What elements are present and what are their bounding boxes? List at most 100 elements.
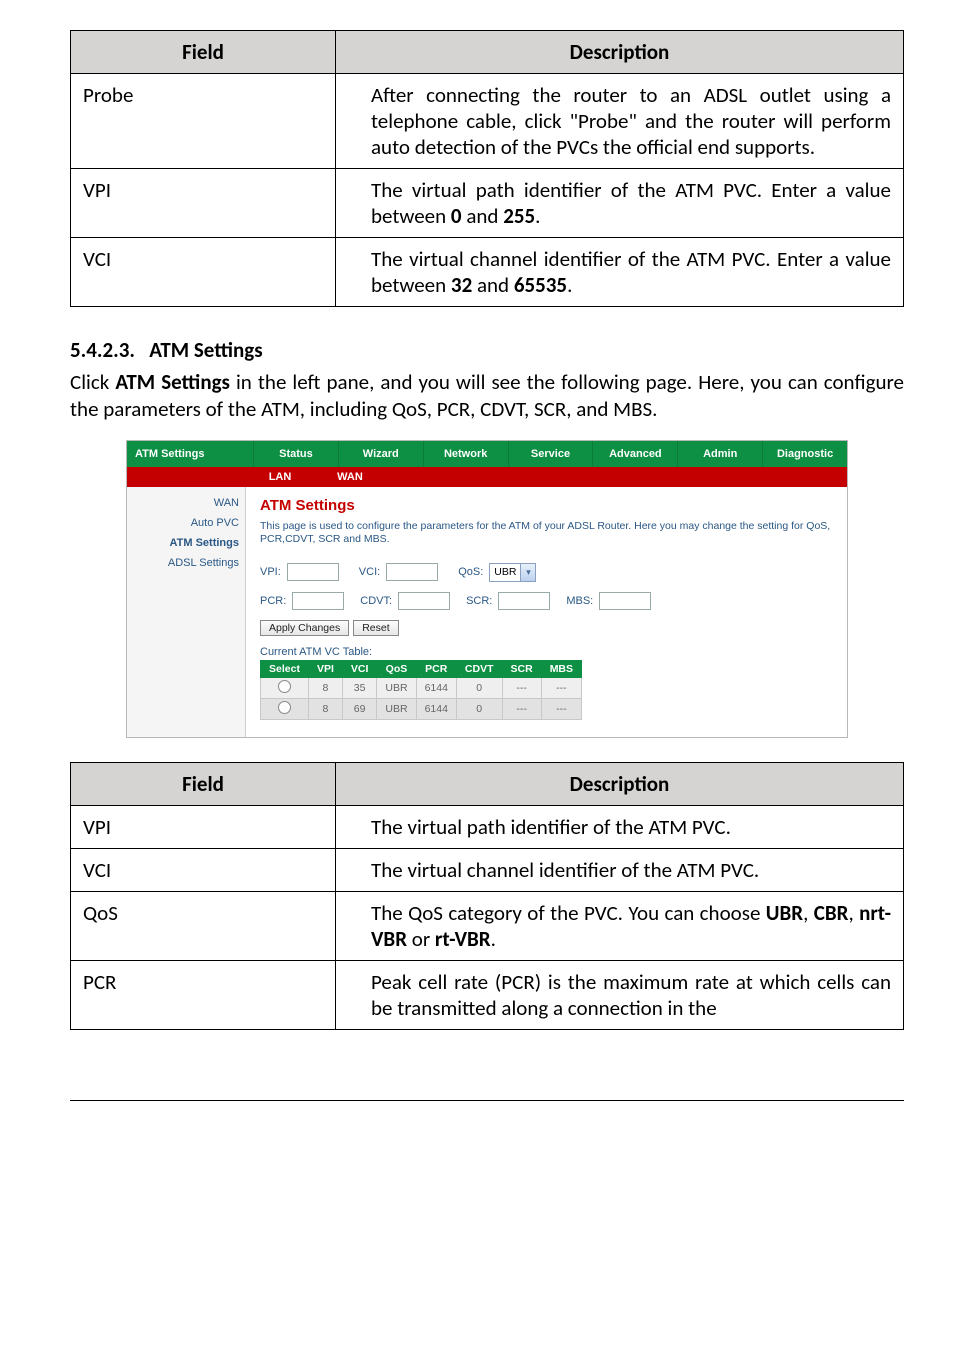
vc-table: Select VPI VCI QoS PCR CDVT SCR MBS 8 xyxy=(260,660,582,720)
label-vci: VCI: xyxy=(359,566,380,578)
vc-h-cdvt: CDVT xyxy=(456,660,502,677)
input-cdvt[interactable] xyxy=(398,592,450,610)
vc-h-pcr: PCR xyxy=(416,660,456,677)
table-row: VPI The virtual path identifier of the A… xyxy=(71,805,904,848)
panel-note: This page is used to configure the param… xyxy=(260,520,833,547)
cell-field: PCR xyxy=(71,960,336,1029)
table-row: VPI The virtual path identifier of the A… xyxy=(71,169,904,238)
section-heading: 5.4.2.3. ATM Settings xyxy=(70,337,904,363)
input-mbs[interactable] xyxy=(599,592,651,610)
section-number: 5.4.2.3. xyxy=(70,337,135,363)
input-vci[interactable] xyxy=(386,563,438,581)
table-row: PCR Peak cell rate (PCR) is the maximum … xyxy=(71,960,904,1029)
sub-nav: LAN WAN xyxy=(127,467,847,487)
tab-advanced[interactable]: Advanced xyxy=(592,441,677,467)
apply-button[interactable]: Apply Changes xyxy=(260,620,349,636)
cell-field: QoS xyxy=(71,891,336,960)
row-pcr-cdvt-scr-mbs: PCR: CDVT: SCR: MBS: xyxy=(260,592,833,610)
router-screenshot: ATM Settings Status Wizard Network Servi… xyxy=(126,440,848,738)
sidebar-item-atm[interactable]: ATM Settings xyxy=(127,533,245,553)
tab-admin[interactable]: Admin xyxy=(677,441,762,467)
vc-cell: 6144 xyxy=(416,698,456,719)
sidebar-item-adsl[interactable]: ADSL Settings xyxy=(127,553,245,573)
select-qos-value: UBR xyxy=(490,566,520,578)
col-description: Description xyxy=(336,31,904,74)
cell-field: VCI xyxy=(71,848,336,891)
field-table-1: Field Description Probe After connecting… xyxy=(70,30,904,307)
sidebar: WAN Auto PVC ATM Settings ADSL Settings xyxy=(127,487,246,737)
col-description: Description xyxy=(336,762,904,805)
cell-field: Probe xyxy=(71,74,336,169)
vc-h-vpi: VPI xyxy=(308,660,342,677)
vc-radio[interactable] xyxy=(261,677,309,698)
table-row: Probe After connecting the router to an … xyxy=(71,74,904,169)
vc-cell: UBR xyxy=(377,698,416,719)
cell-desc: The virtual channel identifier of the AT… xyxy=(336,238,904,307)
screenshot-body: WAN Auto PVC ATM Settings ADSL Settings … xyxy=(127,487,847,737)
vc-cell: --- xyxy=(502,698,541,719)
footer-divider xyxy=(70,1100,904,1101)
subtab-lan[interactable]: LAN xyxy=(245,467,315,487)
input-pcr[interactable] xyxy=(292,592,344,610)
vc-h-qos: QoS xyxy=(377,660,416,677)
main-panel: ATM Settings This page is used to config… xyxy=(246,487,847,737)
vc-header-row: Select VPI VCI QoS PCR CDVT SCR MBS xyxy=(261,660,582,677)
label-mbs: MBS: xyxy=(566,595,593,607)
section-body: Click ATM Settings in the left pane, and… xyxy=(70,369,904,424)
cell-field: VPI xyxy=(71,169,336,238)
row-buttons: Apply Changes Reset xyxy=(260,620,833,636)
vc-cell: 6144 xyxy=(416,677,456,698)
cell-desc: The virtual path identifier of the ATM P… xyxy=(336,805,904,848)
vc-cell: --- xyxy=(541,677,581,698)
top-nav: ATM Settings Status Wizard Network Servi… xyxy=(127,441,847,467)
vc-cell: 8 xyxy=(308,698,342,719)
panel-title: ATM Settings xyxy=(127,441,253,467)
reset-button[interactable]: Reset xyxy=(353,620,398,636)
label-vpi: VPI: xyxy=(260,566,281,578)
select-qos[interactable]: UBR ▾ xyxy=(489,563,536,582)
tab-service[interactable]: Service xyxy=(508,441,593,467)
label-pcr: PCR: xyxy=(260,595,286,607)
sidebar-item-wan[interactable]: WAN xyxy=(127,493,245,513)
subtab-wan[interactable]: WAN xyxy=(315,467,385,487)
tab-wizard[interactable]: Wizard xyxy=(338,441,423,467)
field-table-2: Field Description VPI The virtual path i… xyxy=(70,762,904,1030)
vc-cell: --- xyxy=(541,698,581,719)
subnav-spacer xyxy=(127,467,245,487)
vc-cell: 8 xyxy=(308,677,342,698)
vc-cell: 69 xyxy=(342,698,377,719)
vc-cell: 0 xyxy=(456,677,502,698)
table-header-row: Field Description xyxy=(71,762,904,805)
radio-icon xyxy=(278,680,291,693)
section-title: ATM Settings xyxy=(149,337,262,363)
tab-network[interactable]: Network xyxy=(423,441,508,467)
label-qos: QoS: xyxy=(458,566,483,578)
table-header-row: Field Description xyxy=(71,31,904,74)
vc-cell: UBR xyxy=(377,677,416,698)
vc-cell: 0 xyxy=(456,698,502,719)
sidebar-item-autopvc[interactable]: Auto PVC xyxy=(127,513,245,533)
vc-h-vci: VCI xyxy=(342,660,377,677)
row-vpi-vci-qos: VPI: VCI: QoS: UBR ▾ xyxy=(260,563,833,582)
panel-heading: ATM Settings xyxy=(260,497,833,514)
input-vpi[interactable] xyxy=(287,563,339,581)
table-row: VCI The virtual channel identifier of th… xyxy=(71,848,904,891)
vc-row: 8 35 UBR 6144 0 --- --- xyxy=(261,677,582,698)
cell-desc: The virtual path identifier of the ATM P… xyxy=(336,169,904,238)
input-scr[interactable] xyxy=(498,592,550,610)
tab-status[interactable]: Status xyxy=(253,441,338,467)
vc-h-scr: SCR xyxy=(502,660,541,677)
vc-h-mbs: MBS xyxy=(541,660,581,677)
vc-radio[interactable] xyxy=(261,698,309,719)
cell-field: VPI xyxy=(71,805,336,848)
vc-row: 8 69 UBR 6144 0 --- --- xyxy=(261,698,582,719)
col-field: Field xyxy=(71,31,336,74)
vc-cell: --- xyxy=(502,677,541,698)
radio-icon xyxy=(278,701,291,714)
tab-diagnostic[interactable]: Diagnostic xyxy=(762,441,847,467)
label-scr: SCR: xyxy=(466,595,492,607)
table-row: VCI The virtual channel identifier of th… xyxy=(71,238,904,307)
cell-desc: Peak cell rate (PCR) is the maximum rate… xyxy=(336,960,904,1029)
table-row: QoS The QoS category of the PVC. You can… xyxy=(71,891,904,960)
vc-cell: 35 xyxy=(342,677,377,698)
